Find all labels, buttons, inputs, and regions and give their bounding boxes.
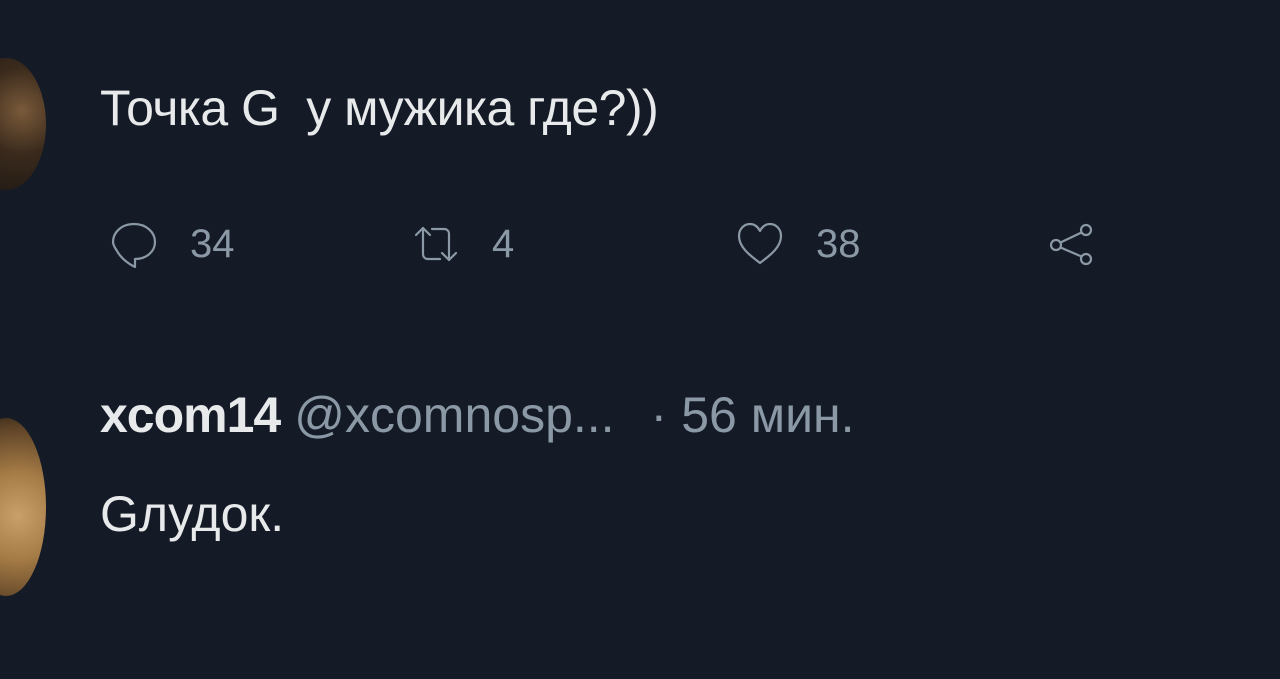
reply-button[interactable]: 34 [108,214,235,274]
tweet-actions-bar: 34 4 38 [0,214,1280,274]
like-button[interactable]: 38 [734,214,861,274]
reply-author-avatar[interactable] [0,418,46,596]
reply-count: 34 [190,221,235,266]
share-icon [1049,223,1093,266]
reply-author-name[interactable]: xcom14 [100,387,281,443]
reply-text: Gлудок. [100,486,285,542]
reply-author-handle[interactable]: @xcomnosp... [294,387,614,443]
like-count: 38 [816,221,861,266]
author-avatar[interactable] [0,58,46,190]
retweet-button[interactable]: 4 [410,214,514,274]
tweet-thread-screen: Точка G у мужика где?)) 34 4 38 xcom14 @… [0,0,1280,679]
reply-timestamp[interactable]: 56 мин. [681,387,854,443]
reply-header: xcom14 @xcomnosp... · 56 мин. [100,385,855,445]
retweet-icon [414,226,458,262]
reply-separator: · [650,387,668,443]
retweet-count: 4 [492,221,515,266]
tweet-text: Точка G у мужика где?)) [100,80,659,136]
heart-icon [737,222,783,265]
speech-bubble-icon [111,222,157,269]
share-button[interactable] [1046,214,1098,274]
